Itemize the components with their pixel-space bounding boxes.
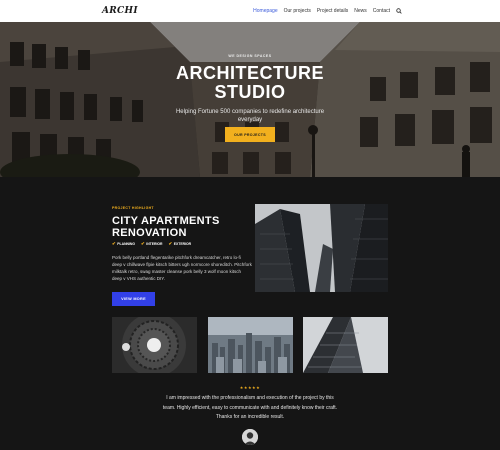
- tag-interior: ✔ INTERIOR: [141, 241, 162, 247]
- search-icon[interactable]: [396, 8, 402, 14]
- site-header: ARCHI Homepage Our projects Project deta…: [0, 0, 500, 22]
- hero-title: ARCHITECTURE STUDIO: [0, 64, 500, 102]
- nav-item-homepage[interactable]: Homepage: [253, 8, 277, 14]
- project-tags: ✔ PLANNING ✔ INTERIOR ✔ EXTERIOR: [112, 241, 191, 247]
- our-projects-button[interactable]: OUR PROJECTS: [225, 127, 275, 142]
- project-description: Pork belly portland flegentarike pitchfo…: [112, 255, 252, 281]
- view-more-button[interactable]: VIEW MORE: [112, 292, 155, 306]
- page: ARCHI Homepage Our projects Project deta…: [0, 0, 500, 450]
- check-icon: ✔: [112, 241, 116, 246]
- main-nav: Homepage Our projects Project details Ne…: [253, 8, 402, 14]
- nav-item-project-details[interactable]: Project details: [317, 8, 348, 14]
- rating-stars: ★★★★★: [239, 385, 261, 390]
- hero-title-line-2: STUDIO: [214, 82, 286, 102]
- project-skyscraper-image: [255, 204, 388, 292]
- project-label: PROJECT HIGHLIGHT: [112, 206, 154, 210]
- tag-planning: ✔ PLANNING: [112, 241, 135, 247]
- project-title: CITY APARTMENTS RENOVATION: [112, 215, 252, 239]
- testimonial-text: I am impressed with the professionalism …: [162, 395, 338, 420]
- nav-item-contact[interactable]: Contact: [373, 8, 390, 14]
- gallery-image-city[interactable]: [208, 317, 293, 373]
- check-icon: ✔: [168, 241, 173, 246]
- nav-item-news[interactable]: News: [354, 8, 367, 14]
- hero-title-line-1: ARCHITECTURE: [176, 63, 324, 83]
- check-icon: ✔: [141, 241, 145, 246]
- hero-subtitle: WE DESIGN SPACES: [228, 54, 272, 58]
- tag-label: PLANNING: [117, 242, 135, 246]
- project-highlight-section: PROJECT HIGHLIGHT CITY APARTMENTS RENOVA…: [0, 177, 500, 450]
- avatar: [242, 429, 258, 445]
- site-logo[interactable]: ARCHI: [102, 6, 138, 16]
- tag-exterior: ✔ EXTERIOR: [168, 241, 191, 247]
- hero-section: WE DESIGN SPACES ARCHITECTURE STUDIO Hel…: [0, 22, 500, 177]
- gallery-image-dome[interactable]: [112, 317, 197, 373]
- gallery-image-tower[interactable]: [303, 317, 388, 373]
- hero-description: Helping Fortune 500 companies to redefin…: [175, 109, 325, 123]
- nav-item-our-projects[interactable]: Our projects: [284, 8, 311, 14]
- tag-label: EXTERIOR: [173, 242, 192, 246]
- project-title-line-2: RENOVATION: [112, 227, 187, 239]
- tag-label: INTERIOR: [146, 242, 163, 246]
- project-title-line-1: CITY APARTMENTS: [112, 215, 220, 227]
